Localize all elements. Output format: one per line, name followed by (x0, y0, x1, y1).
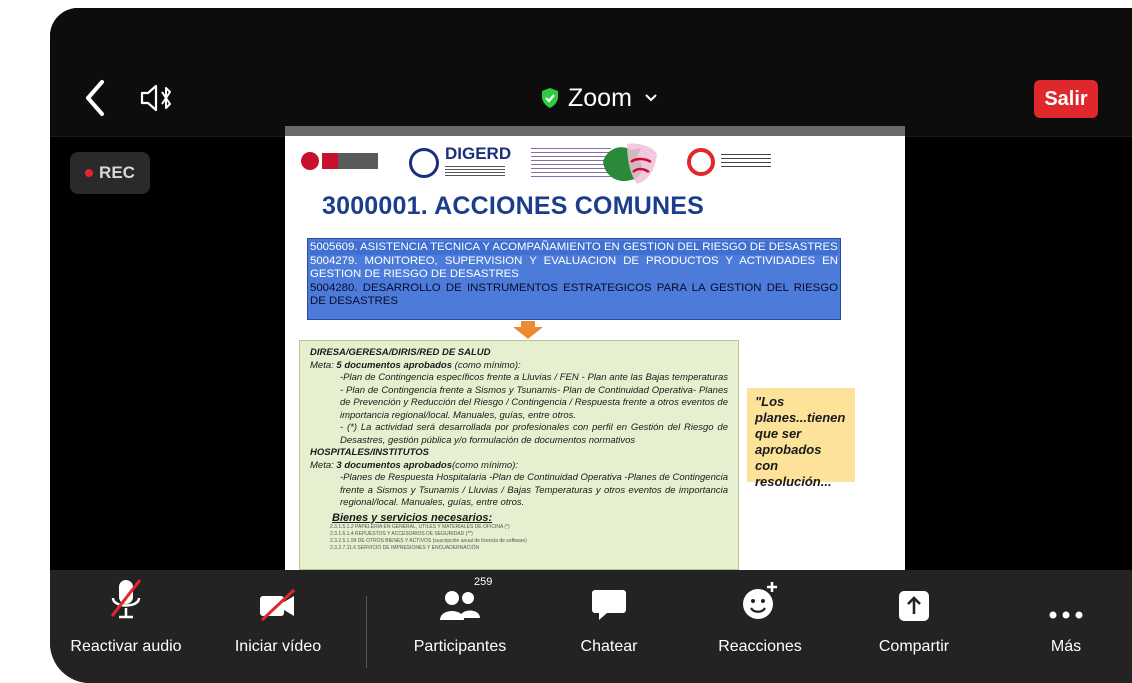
goods-item: 2.3.1.5.1.2 PAPELERIA EN GENERAL, UTILES… (330, 524, 510, 530)
add-reaction-icon (743, 582, 777, 619)
meta-detail: - (*) La actividad será desarrollada por… (340, 422, 728, 446)
shield-check-icon (542, 88, 558, 108)
microphone-muted-icon (110, 579, 142, 619)
bicentenario-ring-icon (687, 148, 715, 176)
chevron-down-icon (645, 94, 657, 102)
recording-badge: REC (70, 152, 150, 194)
goods-heading: Bienes y servicios necesarios: (332, 511, 493, 524)
record-dot-icon (85, 169, 94, 177)
goals-box: DIRESA/GERESA/DIRIS/RED DE SALUD Meta: 5… (299, 340, 739, 570)
more-label: Más (1050, 638, 1082, 655)
activity-line: 5005609. ASISTENCIA TECNICA Y ACOMPAÑAMI… (310, 241, 838, 255)
zoom-meeting-screen: Zoom Salir REC DIGERD 3000001. ACCIONES … (50, 8, 1132, 683)
digerd-logo: DIGERD (409, 144, 512, 180)
down-arrow-icon (513, 321, 543, 339)
reactions-button[interactable]: Reacciones (704, 570, 816, 683)
shared-screen-slide: DIGERD 3000001. ACCIONES COMUNES 5005609… (285, 126, 905, 570)
meeting-title-dropdown[interactable]: Zoom (540, 80, 658, 116)
activities-box: 5005609. ASISTENCIA TECNICA Y ACOMPAÑAMI… (307, 238, 841, 320)
peru-shield-icon (301, 152, 319, 170)
meta-line: Meta: 5 documentos aprobados (como mínim… (310, 359, 521, 371)
share-button[interactable]: Compartir (866, 570, 962, 683)
slide-logos: DIGERD (295, 140, 895, 186)
meeting-title: Zoom (568, 83, 632, 112)
start-video-button[interactable]: Iniciar vídeo (222, 570, 334, 683)
more-button[interactable]: Más (1036, 570, 1096, 683)
slide-top-bar (285, 126, 905, 136)
activity-line: 5004280. DESARROLLO DE INSTRUMENTOS ESTR… (310, 281, 838, 308)
meta-detail: -Plan de Contingencia específicos frente… (340, 372, 728, 421)
goods-item: 2.3.2.5.1.99 DE OTROS BIENES Y ACTIVOS (… (330, 538, 527, 544)
back-chevron-icon[interactable] (80, 78, 110, 118)
participants-icon (440, 591, 480, 620)
speaker-bluetooth-icon[interactable] (138, 80, 174, 116)
rec-label: REC (99, 163, 135, 182)
section-heading: HOSPITALES/INSTITUTOS (310, 447, 429, 458)
participants-label: Participantes (413, 638, 507, 655)
section-heading: DIRESA/GERESA/DIRIS/RED DE SALUD (310, 347, 491, 358)
share-upload-icon (899, 591, 929, 621)
peru-ministry-logo (301, 150, 381, 172)
participants-count: 259 (474, 576, 493, 588)
note-box: "Los planes...tienen que ser aprobados c… (747, 388, 855, 489)
meeting-toolbar: Reactivar audio Iniciar vídeo 259 Partic… (50, 570, 1132, 683)
more-dots-icon (1049, 611, 1083, 619)
share-label: Compartir (878, 638, 950, 655)
chat-label: Chatear (580, 638, 638, 655)
participants-button[interactable]: 259 Participantes (398, 570, 522, 683)
digerd-text: DIGERD (445, 144, 512, 163)
toolbar-divider (366, 596, 367, 668)
reactions-label: Reacciones (718, 638, 802, 655)
exit-button[interactable]: Salir (1034, 80, 1098, 118)
phone-frame: Zoom Salir REC DIGERD 3000001. ACCIONES … (0, 0, 1132, 683)
chat-bubble-icon (592, 590, 626, 620)
chiquche-peru-logo-icon (603, 143, 657, 184)
digerd-emblem-icon (409, 148, 439, 178)
goods-item: 2.3.2.7.11.6 SERVICIO DE IMPRESIONES Y E… (330, 545, 480, 551)
video-off-icon (260, 588, 296, 622)
slide-title: 3000001. ACCIONES COMUNES (322, 192, 704, 220)
audio-label: Reactivar audio (70, 638, 182, 655)
video-label: Iniciar vídeo (234, 638, 322, 655)
bicentenario-logo (687, 146, 777, 178)
top-bar: Zoom Salir (50, 8, 1132, 136)
activity-line: 5004279. MONITOREO, SUPERVISION Y EVALUA… (310, 254, 838, 281)
meta-line: Meta: 3 documentos aprobados(como mínimo… (310, 459, 518, 471)
meta-detail: -Planes de Respuesta Hospitalaria -Plan … (340, 472, 728, 508)
chat-button[interactable]: Chatear (564, 570, 654, 683)
goods-item: 2.3.1.6.1.4 REPUESTOS Y ACCESORIOS DE SE… (330, 531, 473, 537)
unmute-audio-button[interactable]: Reactivar audio (64, 570, 188, 683)
